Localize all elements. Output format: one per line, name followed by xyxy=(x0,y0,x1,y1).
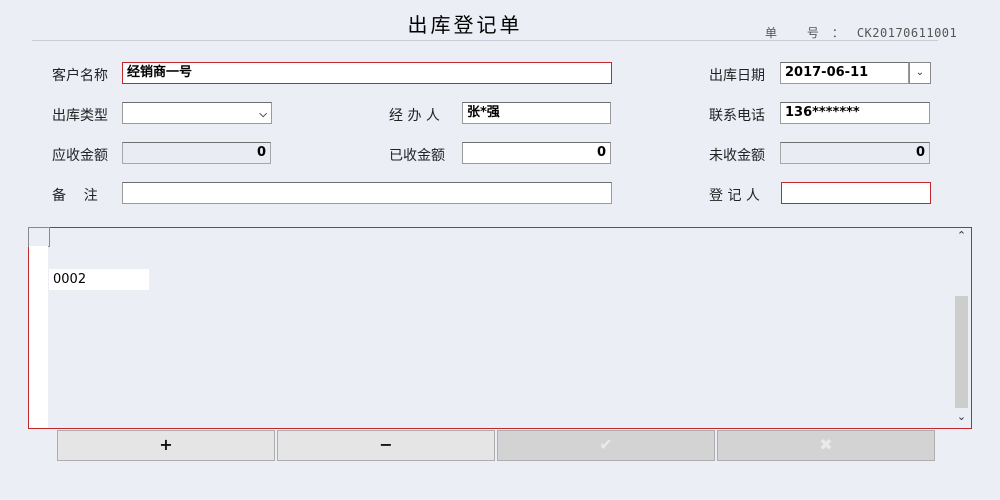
phone-label: 联系电话 xyxy=(709,108,765,124)
grid-row-header xyxy=(29,246,48,428)
registrar-field[interactable] xyxy=(781,182,931,204)
unreceived-field: 0 xyxy=(780,142,930,164)
scrollbar-thumb[interactable] xyxy=(955,296,968,408)
detail-grid[interactable]: 0002 ⌃ ⌄ xyxy=(28,227,972,429)
scroll-up-icon[interactable]: ⌃ xyxy=(954,229,969,243)
date-dropdown-icon[interactable]: ⌄ xyxy=(909,62,931,84)
registrar-label: 登 记 人 xyxy=(709,188,760,204)
unreceived-label: 未收金额 xyxy=(709,148,765,164)
remove-row-button[interactable]: − xyxy=(277,430,495,461)
bill-number: 单 号：CK20170611001 xyxy=(765,24,957,41)
out-date-label: 出库日期 xyxy=(709,68,765,84)
handler-field[interactable]: 张*强 xyxy=(462,102,611,124)
remark-field[interactable] xyxy=(122,182,612,204)
handler-label: 经 办 人 xyxy=(389,108,440,124)
grid-corner-cell[interactable] xyxy=(28,227,50,247)
chevron-down-icon: ⌵ xyxy=(259,109,267,120)
receivable-label: 应收金额 xyxy=(52,148,108,164)
remark-label: 备 注 xyxy=(52,188,98,204)
out-type-label: 出库类型 xyxy=(52,108,108,124)
receivable-field: 0 xyxy=(122,142,271,164)
customer-label: 客户名称 xyxy=(52,68,108,84)
confirm-button[interactable]: ✔ xyxy=(497,430,715,461)
cancel-button[interactable]: ✖ xyxy=(717,430,935,461)
bill-number-label: 单 号： xyxy=(765,26,857,40)
out-type-select[interactable]: ⌵ xyxy=(122,102,272,124)
grid-cell-code[interactable]: 0002 xyxy=(49,269,149,290)
phone-field[interactable]: 136******* xyxy=(780,102,930,124)
title-divider xyxy=(32,40,938,41)
add-row-button[interactable]: + xyxy=(57,430,275,461)
out-date-field[interactable]: 2017-06-11 xyxy=(780,62,909,84)
scroll-down-icon[interactable]: ⌄ xyxy=(954,410,969,424)
bill-number-value: CK20170611001 xyxy=(856,26,958,40)
received-label: 已收金额 xyxy=(389,148,445,164)
customer-field[interactable]: 经销商一号 xyxy=(122,62,612,84)
vertical-scrollbar[interactable]: ⌃ ⌄ xyxy=(954,228,969,428)
received-field[interactable]: 0 xyxy=(462,142,611,164)
